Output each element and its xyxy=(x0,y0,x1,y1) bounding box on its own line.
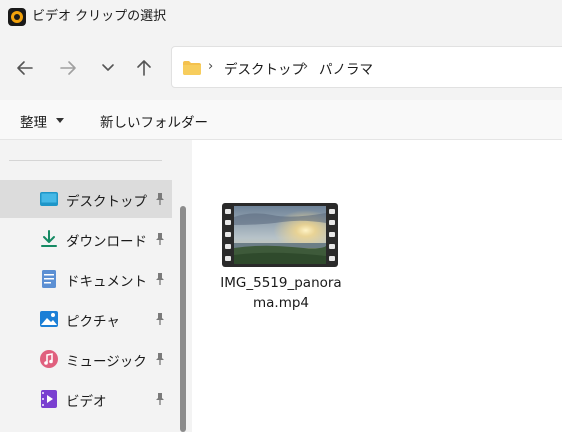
pin-icon[interactable] xyxy=(154,192,166,206)
file-name: IMG_5519_panorama.mp4 xyxy=(220,275,342,311)
folder-icon xyxy=(183,61,201,75)
pin-icon[interactable] xyxy=(154,272,166,286)
sidebar-item-label: デスクトップ xyxy=(66,194,147,210)
sidebar-item-label: ビデオ xyxy=(66,394,107,410)
title-bar: ビデオ クリップの選択 xyxy=(0,0,562,34)
divider xyxy=(9,160,162,161)
up-button[interactable] xyxy=(131,55,157,81)
sidebar-item-pictures[interactable]: ピクチャ xyxy=(0,300,172,338)
music-icon xyxy=(40,350,58,368)
chevron-right-icon: › xyxy=(208,59,214,74)
file-item[interactable]: IMG_5519_panorama.mp4 xyxy=(220,203,345,313)
pin-icon[interactable] xyxy=(154,352,166,366)
window-title: ビデオ クリップの選択 xyxy=(32,9,167,24)
arrow-left-icon xyxy=(17,61,33,75)
sidebar-item-music[interactable]: ミュージック xyxy=(0,340,172,378)
download-icon xyxy=(41,230,57,247)
sidebar-item-videos[interactable]: ビデオ xyxy=(0,380,172,418)
navigation-pane: デスクトップ ダウンロード ドキュメント ピクチャ ミュージック ビデオ xyxy=(0,140,176,432)
chevron-right-icon: › xyxy=(303,59,309,74)
arrow-right-icon xyxy=(60,61,76,75)
sidebar-item-label: ミュージック xyxy=(66,354,147,370)
organize-button[interactable]: 整理 xyxy=(20,111,47,131)
pin-icon[interactable] xyxy=(154,312,166,326)
forward-button[interactable] xyxy=(55,55,81,81)
document-icon xyxy=(42,270,56,288)
sidebar-item-label: ドキュメント xyxy=(66,274,147,290)
command-toolbar: 整理 新しいフォルダー xyxy=(0,100,562,140)
sidebar-item-label: ピクチャ xyxy=(66,314,120,330)
pin-icon[interactable] xyxy=(154,392,166,406)
navigation-bar: › デスクトップ › パノラマ xyxy=(0,34,562,100)
recent-locations-button[interactable] xyxy=(95,55,121,81)
sidebar-item-desktop[interactable]: デスクトップ xyxy=(0,180,172,218)
breadcrumb-panorama[interactable]: パノラマ xyxy=(319,58,373,78)
desktop-icon xyxy=(40,192,58,206)
address-bar[interactable]: › デスクトップ › パノラマ xyxy=(171,46,562,88)
breadcrumb-desktop[interactable]: デスクトップ xyxy=(224,58,305,78)
caret-down-icon xyxy=(56,118,64,123)
sidebar-scrollbar-thumb[interactable] xyxy=(180,206,186,432)
new-folder-button[interactable]: 新しいフォルダー xyxy=(100,111,208,131)
video-icon xyxy=(41,390,57,408)
app-icon xyxy=(8,8,26,26)
video-thumbnail xyxy=(222,203,338,267)
sidebar-item-documents[interactable]: ドキュメント xyxy=(0,260,172,298)
sidebar-item-label: ダウンロード xyxy=(66,234,147,250)
sidebar-item-downloads[interactable]: ダウンロード xyxy=(0,220,172,258)
back-button[interactable] xyxy=(12,55,38,81)
chevron-down-icon xyxy=(102,64,114,71)
arrow-up-icon xyxy=(137,60,151,76)
pin-icon[interactable] xyxy=(154,232,166,246)
pictures-icon xyxy=(40,311,58,327)
